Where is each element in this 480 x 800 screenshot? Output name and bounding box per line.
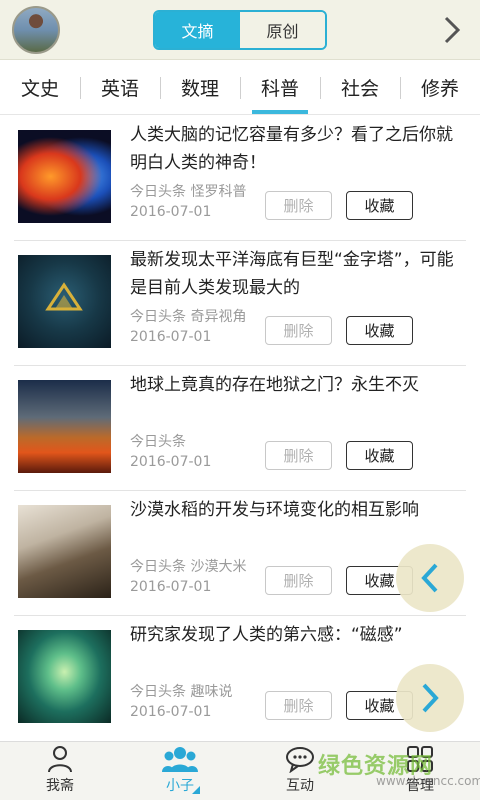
tab-society[interactable]: 社会: [320, 61, 400, 114]
favorite-button[interactable]: 收藏: [346, 441, 413, 470]
tab-history[interactable]: 文史: [0, 61, 80, 114]
nav-my-study[interactable]: 我斋: [0, 742, 120, 800]
chevron-right-icon: [422, 683, 439, 713]
pyramid-graphic: [45, 282, 83, 311]
tab-math-science[interactable]: 数理: [160, 61, 240, 114]
article-item[interactable]: 人类大脑的记忆容量有多少？看了之后你就明白人类的神奇！ 今日头条 怪罗科普 20…: [14, 116, 466, 241]
chevron-right-icon[interactable]: [440, 14, 464, 46]
tab-popular-science[interactable]: 科普: [240, 61, 320, 114]
delete-button[interactable]: 删除: [265, 691, 332, 720]
tab-english[interactable]: 英语: [80, 61, 160, 114]
article-title[interactable]: 沙漠水稻的开发与环境变化的相互影响: [130, 496, 465, 524]
article-item[interactable]: 研究家发现了人类的第六感：“磁感” 今日头条 趣味说 2016-07-01 删除…: [14, 616, 466, 741]
article-source: 今日头条: [130, 434, 186, 450]
nav-kids[interactable]: 小子: [120, 742, 240, 800]
article-source: 今日头条 沙漠大米: [130, 559, 247, 575]
group-icon: [162, 747, 198, 772]
article-date: 2016-07-01: [130, 204, 212, 220]
article-item[interactable]: 沙漠水稻的开发与环境变化的相互影响 今日头条 沙漠大米 2016-07-01 删…: [14, 491, 466, 616]
article-title[interactable]: 研究家发现了人类的第六感：“磁感”: [130, 621, 465, 649]
segment-original[interactable]: 原创: [240, 12, 325, 48]
delete-button[interactable]: 删除: [265, 441, 332, 470]
article-thumbnail[interactable]: [18, 630, 111, 723]
next-page-button[interactable]: [396, 664, 464, 732]
chevron-left-icon: [421, 563, 438, 593]
segment-digest[interactable]: 文摘: [155, 12, 240, 48]
favorite-button[interactable]: 收藏: [346, 316, 413, 345]
previous-page-button[interactable]: [396, 544, 464, 612]
article-title[interactable]: 最新发现太平洋海底有巨型“金字塔”，可能是目前人类发现最大的: [130, 246, 465, 302]
nav-label: 我斋: [46, 778, 74, 794]
article-title[interactable]: 地球上竟真的存在地狱之门？永生不灭: [130, 371, 465, 399]
article-date: 2016-07-01: [130, 579, 212, 595]
article-source: 今日头条 奇异视角: [130, 309, 247, 325]
article-date: 2016-07-01: [130, 704, 212, 720]
tab-cultivation[interactable]: 修养: [400, 61, 480, 114]
nav-label: 互动: [286, 778, 314, 794]
nav-label: 小子: [166, 778, 194, 794]
delete-button[interactable]: 删除: [265, 316, 332, 345]
chat-icon: [286, 747, 314, 773]
article-date: 2016-07-01: [130, 329, 212, 345]
top-bar: 文摘 原创: [0, 0, 480, 60]
user-avatar[interactable]: [12, 6, 60, 54]
article-thumbnail[interactable]: [18, 505, 111, 598]
favorite-button[interactable]: 收藏: [346, 191, 413, 220]
article-item[interactable]: 最新发现太平洋海底有巨型“金字塔”，可能是目前人类发现最大的 今日头条 奇异视角…: [14, 241, 466, 366]
delete-button[interactable]: 删除: [265, 191, 332, 220]
submenu-indicator: [192, 786, 200, 794]
segment-control: 文摘 原创: [153, 10, 327, 50]
article-date: 2016-07-01: [130, 454, 212, 470]
article-item[interactable]: 地球上竟真的存在地狱之门？永生不灭 今日头条 2016-07-01 删除 收藏: [14, 366, 466, 491]
article-title[interactable]: 人类大脑的记忆容量有多少？看了之后你就明白人类的神奇！: [130, 121, 465, 177]
article-source: 今日头条 趣味说: [130, 684, 233, 700]
delete-button[interactable]: 删除: [265, 566, 332, 595]
article-thumbnail[interactable]: [18, 255, 111, 348]
person-icon: [48, 746, 72, 773]
article-source: 今日头条 怪罗科普: [130, 184, 247, 200]
article-thumbnail[interactable]: [18, 130, 111, 223]
category-tabs: 文史 英语 数理 科普 社会 修养: [0, 61, 480, 115]
article-list: 人类大脑的记忆容量有多少？看了之后你就明白人类的神奇！ 今日头条 怪罗科普 20…: [0, 116, 480, 741]
article-thumbnail[interactable]: [18, 380, 111, 473]
watermark-url: www.downcc.com: [376, 774, 480, 788]
